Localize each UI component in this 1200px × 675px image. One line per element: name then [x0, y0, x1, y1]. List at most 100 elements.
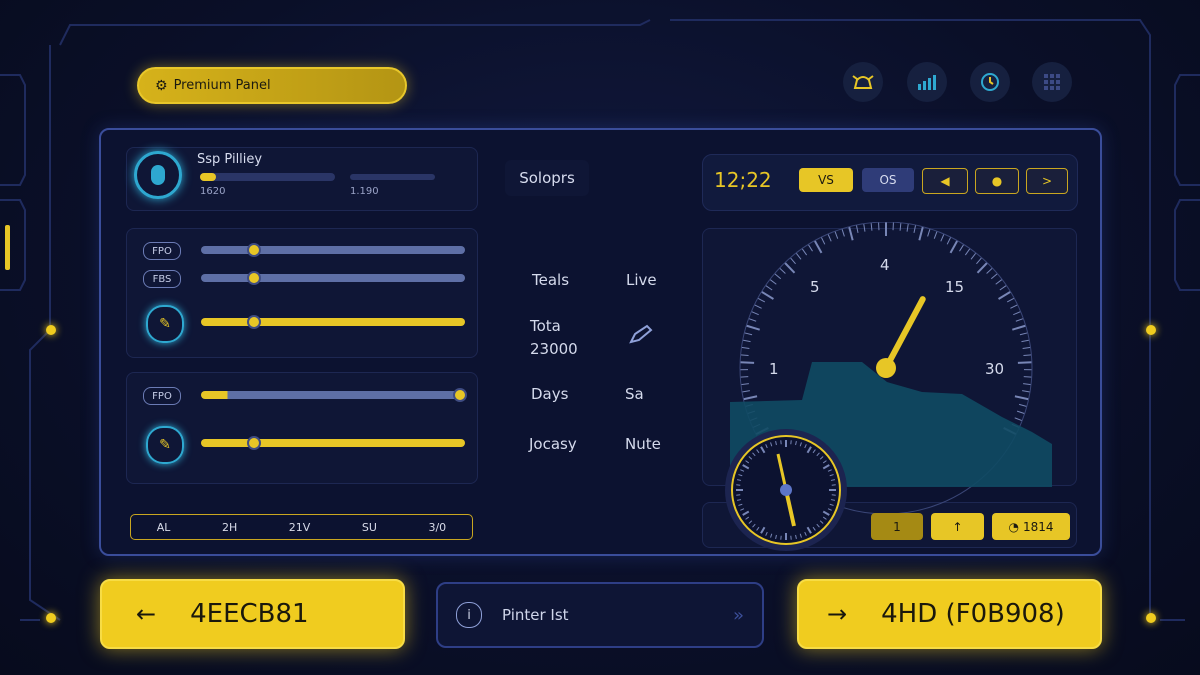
- pinter-label: Pinter Ist: [502, 606, 569, 624]
- left-value: 4EECB81: [190, 599, 309, 629]
- pinter-list-button[interactable]: i Pinter Ist »: [436, 582, 764, 648]
- gauge-tick: [999, 285, 1007, 291]
- center-label-live: Live: [626, 271, 657, 289]
- gauge-tick: [1015, 318, 1024, 322]
- group2-slider-knob-0[interactable]: [452, 388, 467, 402]
- gauge-tick: [870, 222, 873, 231]
- gauge-tick: [789, 257, 796, 265]
- gauge-tick: [807, 244, 813, 252]
- gauge-tick: [740, 361, 755, 364]
- gauge-tick: [748, 318, 757, 322]
- gauge-tick: [1014, 395, 1029, 401]
- pencil-icon[interactable]: [627, 324, 653, 350]
- user-icon: ●: [991, 174, 1003, 188]
- arrow-right-icon: →: [827, 600, 848, 628]
- tab-bar: AL 2H 21V SU 3/0: [130, 514, 473, 540]
- gauge-label-5: 5: [810, 278, 820, 296]
- group1-slider-1[interactable]: [201, 274, 465, 282]
- refresh-clock-icon[interactable]: [970, 62, 1010, 102]
- gauge-tick: [964, 248, 971, 256]
- gauge-tick: [986, 267, 993, 274]
- gauge-label-15: 15: [945, 278, 964, 296]
- triangle-left-icon: ◀: [940, 174, 950, 188]
- group1-slider-knob-2[interactable]: [246, 315, 261, 329]
- indicator-dot: [46, 613, 56, 623]
- user-button[interactable]: ●: [975, 168, 1019, 194]
- info-icon: i: [456, 602, 482, 628]
- gauge-tick: [760, 290, 774, 300]
- signal-chart-icon[interactable]: [907, 62, 947, 102]
- gauge-tick: [813, 240, 823, 254]
- gauge-tick: [1017, 361, 1032, 364]
- gauge-tick: [998, 290, 1012, 300]
- avatar: [134, 151, 182, 199]
- tab-3-0[interactable]: 3/0: [428, 521, 446, 534]
- center-total: Tota 23000: [530, 317, 578, 358]
- gauge-tick: [841, 228, 845, 237]
- time-display: 12;22: [714, 168, 772, 192]
- center-label-nute: Nute: [625, 435, 661, 453]
- group1-slider-2[interactable]: [201, 318, 465, 326]
- gauge-tick: [949, 240, 959, 254]
- gauge-tick: [976, 257, 983, 265]
- gauge-tick: [795, 252, 802, 260]
- timer-button[interactable]: ◔ 1814: [992, 513, 1070, 540]
- tab-21v[interactable]: 21V: [289, 521, 311, 534]
- gauge-tick: [913, 224, 917, 233]
- gauge-tick: [906, 223, 909, 232]
- gauge-tick: [970, 252, 977, 260]
- tab-al[interactable]: AL: [157, 521, 171, 534]
- gauge-tick: [1018, 403, 1027, 408]
- gauge-tick: [940, 233, 945, 242]
- group1-slider-0[interactable]: [201, 246, 465, 254]
- gauge-tick: [754, 304, 762, 309]
- mic-icon: [151, 165, 165, 185]
- gauge-tick: [995, 279, 1003, 285]
- up-button[interactable]: ↑: [931, 513, 984, 540]
- group2-slider-0[interactable]: [201, 391, 465, 399]
- prev-button[interactable]: ◀: [922, 168, 968, 194]
- gauge-tick: [855, 224, 859, 233]
- gauge-tick: [765, 285, 773, 291]
- grid-icon[interactable]: [1032, 62, 1072, 102]
- right-value-button[interactable]: → 4HD (F0B908): [797, 579, 1102, 649]
- gauge-tick: [1012, 324, 1027, 331]
- leaf-dial-icon[interactable]: ✎: [146, 305, 184, 343]
- premium-panel-button[interactable]: ⚙ Premium Panel: [137, 67, 407, 104]
- alarm-icon[interactable]: [843, 62, 883, 102]
- tab-2h[interactable]: 2H: [222, 521, 237, 534]
- speed-gauge: 1 5 4 15 30: [725, 222, 1052, 551]
- value-button[interactable]: 1: [871, 513, 923, 540]
- gauge-tick: [1022, 346, 1031, 350]
- tab-su[interactable]: SU: [362, 521, 377, 534]
- group1-label-1: FBS: [143, 270, 181, 288]
- gauge-tick: [976, 262, 988, 274]
- indicator-dot: [1146, 613, 1156, 623]
- next-button[interactable]: >: [1026, 168, 1068, 194]
- gauge-tick: [827, 233, 832, 242]
- center-label-days: Days: [531, 385, 569, 403]
- group1-slider-knob-1[interactable]: [246, 271, 261, 285]
- group2-slider-1[interactable]: [201, 439, 465, 447]
- gear-icon: ⚙: [155, 77, 168, 94]
- gauge-tick: [784, 262, 796, 274]
- left-value-button[interactable]: ← 4EECB81: [100, 579, 405, 649]
- group1-slider-knob-0[interactable]: [246, 243, 261, 257]
- center-label-teals: Teals: [532, 271, 570, 289]
- group1-label-0: FPO: [143, 242, 181, 260]
- right-value: 4HD (F0B908): [881, 599, 1065, 629]
- os-button[interactable]: OS: [862, 168, 914, 192]
- center-label-sa: Sa: [625, 385, 644, 403]
- gauge-label-4: 4: [880, 256, 890, 274]
- gauge-tick: [743, 395, 758, 401]
- group2-slider-knob-1[interactable]: [246, 436, 261, 450]
- gauge-tick: [741, 346, 750, 350]
- double-chevron-right-icon: »: [732, 604, 744, 626]
- gauge-tick: [820, 236, 826, 245]
- vs-button[interactable]: VS: [799, 168, 853, 192]
- gauge-tick: [1022, 390, 1031, 393]
- leaf-dial-icon[interactable]: ✎: [146, 426, 184, 464]
- gauge-tick: [1021, 339, 1030, 343]
- gauge-label-1: 1: [769, 360, 779, 378]
- gauge-tick: [779, 267, 786, 274]
